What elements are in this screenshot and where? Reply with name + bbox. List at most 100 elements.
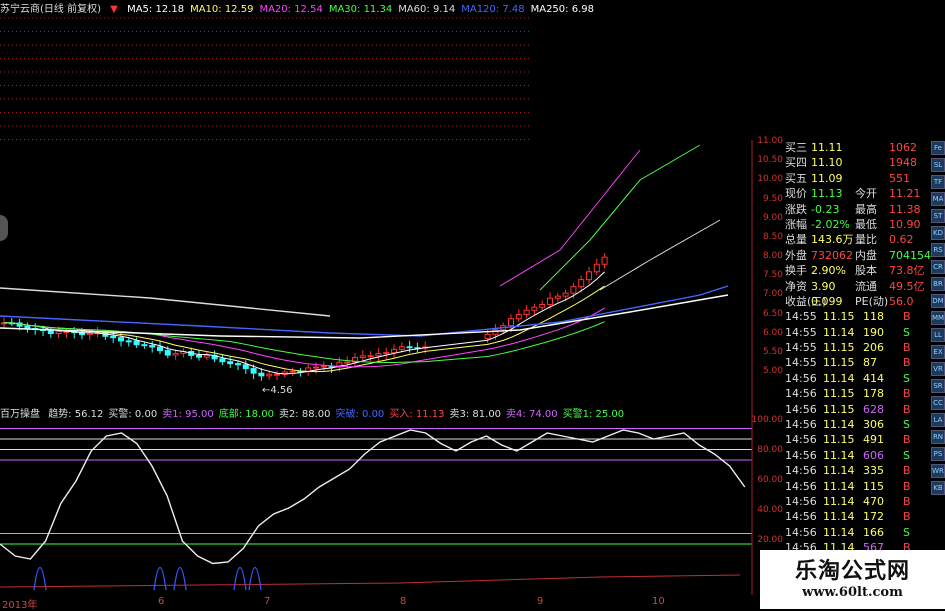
- ma-label: MA5: 12.18: [127, 4, 185, 15]
- quote-value: -0.23: [811, 202, 840, 216]
- tick-time: 14:55: [785, 310, 817, 324]
- quote-label: 现价: [785, 187, 807, 201]
- indicator-chart-canvas[interactable]: [0, 405, 785, 595]
- quote-value: 11.10: [811, 156, 843, 170]
- tick-side: S: [903, 371, 910, 385]
- quote-label: 买三: [785, 141, 807, 154]
- indicator-shortcut-button[interactable]: LL: [931, 328, 945, 342]
- indicator-shortcut-button[interactable]: LA: [931, 413, 945, 427]
- indicator-shortcut-button[interactable]: DM: [931, 294, 945, 308]
- x-tick-label: 9: [537, 596, 544, 607]
- indicator-shortcut-button[interactable]: BR: [931, 277, 945, 291]
- ma250-line: [0, 294, 729, 339]
- price-chart[interactable]: ←4.56: [0, 0, 760, 407]
- y-tick-label: 9.00: [762, 212, 783, 223]
- tick-time: 14:55: [785, 341, 817, 355]
- tick-side: B: [903, 402, 911, 416]
- indicator-shortcut-button[interactable]: EX: [931, 345, 945, 359]
- quote-row: 涨幅 -2.02% 最低 10.90: [785, 217, 930, 232]
- indicator-shortcut-button[interactable]: TF: [931, 175, 945, 189]
- ma-line: [499, 149, 641, 287]
- tick-time: 14:56: [785, 479, 817, 493]
- ma-line: [599, 219, 721, 291]
- x-tick-label: 8: [400, 596, 407, 607]
- indicator-tick-label: 80.00: [757, 445, 783, 455]
- ma-label: MA10: 12.59: [190, 4, 254, 15]
- indicator-shortcut-button[interactable]: ST: [931, 209, 945, 223]
- y-tick-label: 5.50: [762, 346, 783, 357]
- quote-label-2: 最低: [855, 217, 877, 231]
- tick-volume: 335: [863, 464, 884, 478]
- indicator-shortcut-button[interactable]: KB: [931, 481, 945, 495]
- tick-side: B: [903, 494, 911, 508]
- tick-side: B: [903, 310, 911, 324]
- tick-volume: 306: [863, 418, 884, 432]
- indicator-shortcut-button[interactable]: PS: [931, 447, 945, 461]
- indicator-chart[interactable]: [0, 405, 785, 595]
- tick-volume: 115: [863, 479, 884, 493]
- candle: [508, 318, 514, 327]
- tick-side: B: [903, 510, 911, 524]
- buy-signal: [153, 567, 167, 591]
- indicator-value: 底部: 18.00: [218, 409, 274, 420]
- indicator-value: 卖2: 88.00: [278, 409, 331, 420]
- ma-label: MA30: 11.34: [328, 4, 393, 15]
- candle: [149, 345, 156, 348]
- indicator-value: 卖4: 74.00: [506, 409, 558, 420]
- quote-label-2: 内盘: [855, 248, 877, 262]
- quote-label: 换手: [785, 264, 807, 278]
- quote-row: 买五 11.09 551: [785, 171, 930, 186]
- tick-price: 11.14: [823, 525, 855, 539]
- tick-side: B: [903, 479, 911, 493]
- indicator-shortcut-button[interactable]: KD: [931, 226, 945, 240]
- y-tick-label: 9.50: [762, 193, 783, 204]
- candle: [125, 340, 132, 343]
- indicator-shortcut-button[interactable]: VR: [931, 362, 945, 376]
- quote-label-2: 今开: [855, 187, 877, 201]
- down-arrow-icon: ▼: [110, 4, 118, 15]
- tick-row: 14:56 11.14 115 B: [785, 479, 930, 494]
- quote-value-2: 551: [889, 171, 910, 185]
- tick-price: 11.15: [823, 402, 855, 416]
- quote-value-2: 1948: [889, 156, 917, 170]
- candle: [344, 361, 351, 364]
- tick-time: 14:56: [785, 402, 817, 416]
- tick-price: 11.14: [823, 325, 855, 339]
- tick-volume: 606: [863, 448, 884, 462]
- indicator-shortcut-button[interactable]: MA: [931, 192, 945, 206]
- candle: [593, 263, 600, 273]
- candle: [398, 346, 405, 350]
- indicator-tick-label: 40.00: [757, 505, 783, 515]
- candle: [289, 370, 296, 373]
- indicator-tick-label: 20.00: [757, 535, 783, 545]
- candle: [313, 366, 319, 369]
- y-tick-label: 7.50: [762, 270, 783, 281]
- tick-price: 11.14: [823, 371, 855, 385]
- indicator-shortcut-button[interactable]: CC: [931, 396, 945, 410]
- tick-row: 14:56 11.14 306 S: [785, 417, 930, 432]
- indicator-shortcut-button[interactable]: CR: [931, 260, 945, 274]
- indicator-shortcut-button[interactable]: SL: [931, 158, 945, 172]
- indicator-shortcut-button[interactable]: SR: [931, 379, 945, 393]
- ma-label: MA60: 9.14: [398, 4, 456, 15]
- tick-time: 14:56: [785, 387, 817, 401]
- indicator-shortcut-button[interactable]: MM: [931, 311, 945, 325]
- price-chart-canvas[interactable]: ←4.56: [0, 0, 760, 407]
- candle: [242, 364, 249, 370]
- indicator-shortcut-button[interactable]: WR: [931, 464, 945, 478]
- indicator-shortcut-button[interactable]: Fe: [931, 141, 945, 155]
- tick-side: S: [903, 325, 910, 339]
- expand-panel-handle[interactable]: [0, 215, 8, 241]
- indicator-header: 百万操盘 趋势: 56.12 买警: 0.00 卖1: 95.00 底部: 18.00…: [0, 405, 760, 420]
- candle: [203, 354, 210, 358]
- quote-label-2: PE(动): [855, 294, 889, 308]
- tick-price: 11.14: [823, 464, 855, 478]
- watermark-url: www.60lt.com: [802, 585, 903, 600]
- candle: [219, 358, 226, 363]
- indicator-shortcut-button[interactable]: RN: [931, 430, 945, 444]
- indicator-shortcut-button[interactable]: RS: [931, 243, 945, 257]
- x-axis: 2013年 6 7 8 9 10: [0, 595, 760, 611]
- candle: [110, 335, 117, 339]
- x-tick-label: 10: [652, 596, 665, 607]
- candle: [172, 352, 179, 356]
